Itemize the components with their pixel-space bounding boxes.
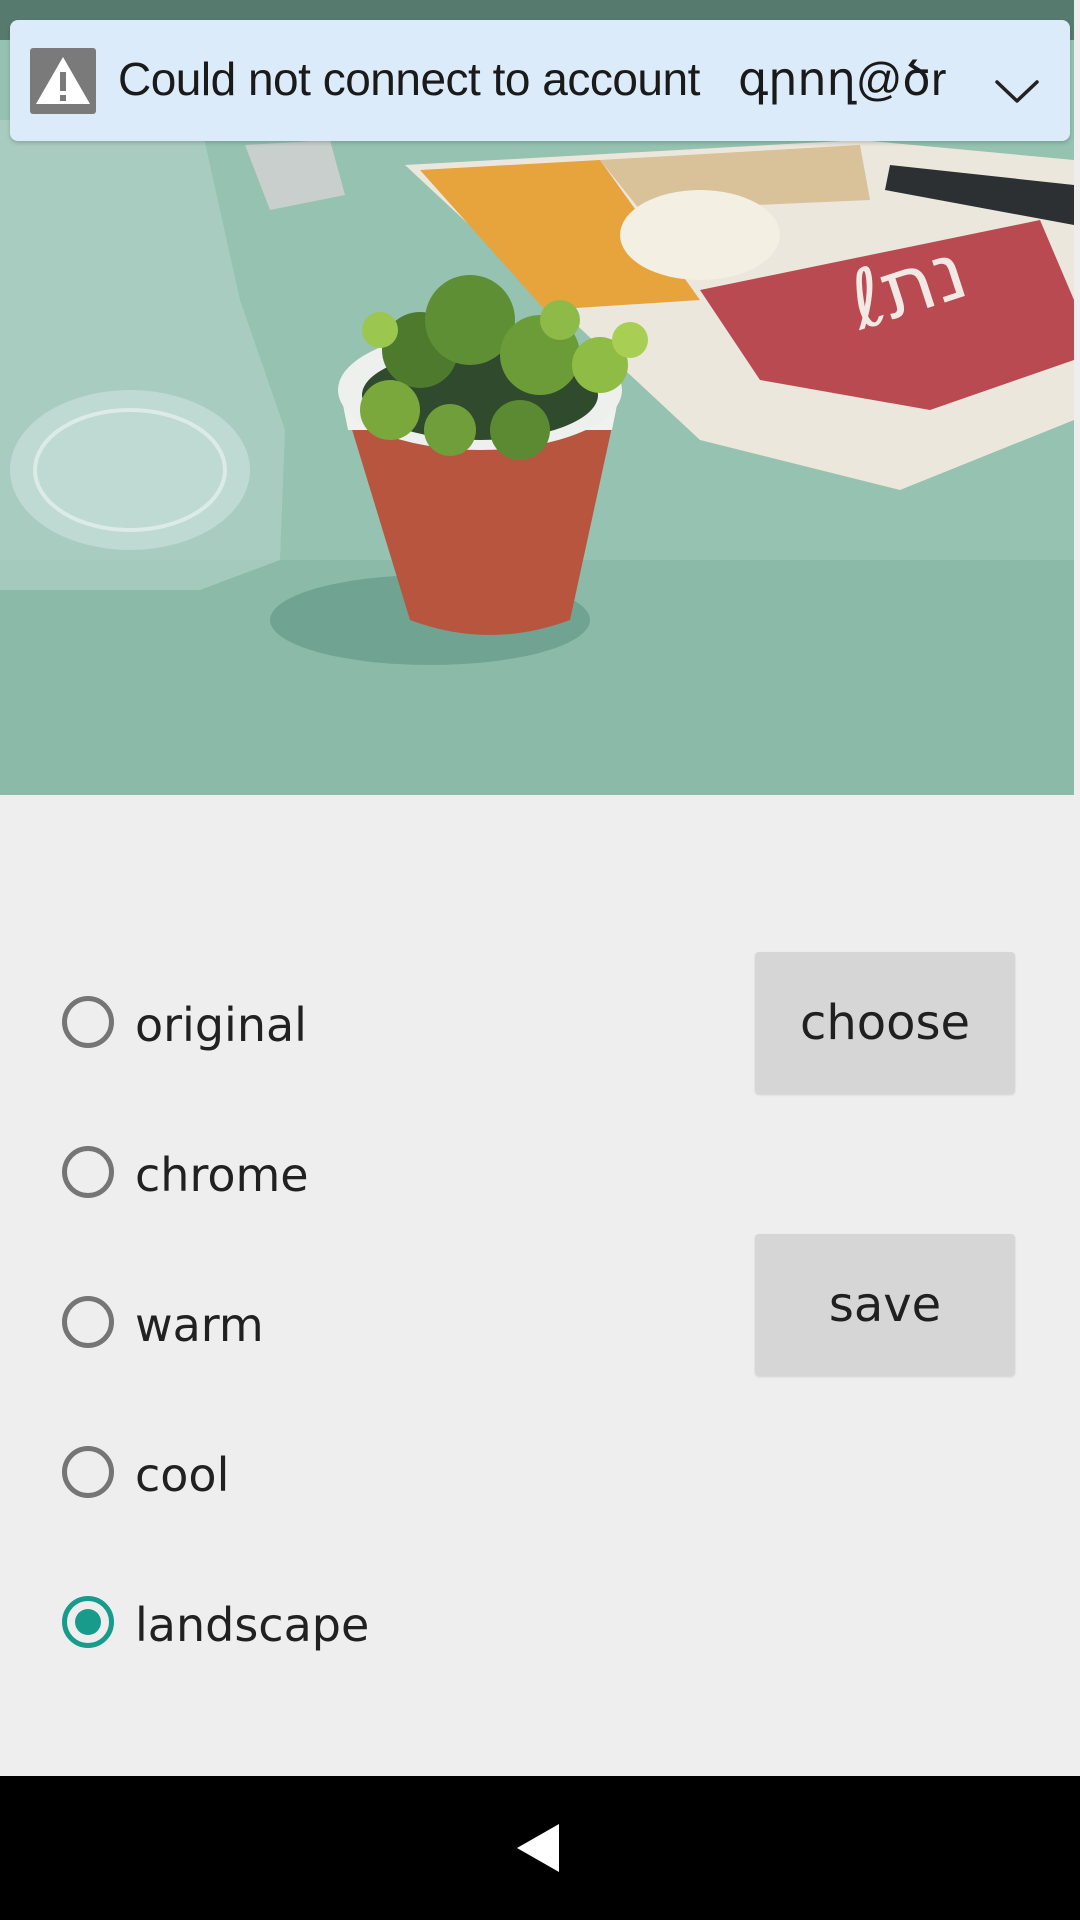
radio-landscape[interactable]: landscape	[60, 1588, 580, 1658]
choose-button[interactable]: choose	[755, 952, 1015, 1094]
radio-button-icon[interactable]	[62, 996, 114, 1048]
radio-button-icon[interactable]	[62, 1296, 114, 1348]
back-triangle-icon[interactable]	[513, 1822, 561, 1874]
radio-warm[interactable]: warm	[60, 1288, 580, 1358]
radio-label-cool: cool	[135, 1448, 230, 1502]
radio-label-chrome: chrome	[135, 1148, 309, 1202]
connection-error-banner[interactable]: Could not connect to account գրող@ծr	[10, 20, 1070, 141]
radio-label-warm: warm	[135, 1298, 264, 1352]
banner-account: գրող@ծr	[738, 53, 947, 105]
warning-icon	[30, 48, 96, 114]
radio-cool[interactable]: cool	[60, 1438, 580, 1508]
radio-label-landscape: landscape	[135, 1598, 370, 1652]
save-button[interactable]: save	[755, 1234, 1015, 1376]
radio-original[interactable]: original	[60, 988, 580, 1058]
radio-button-checked-icon[interactable]	[62, 1596, 114, 1648]
banner-message: Could not connect to account	[118, 53, 700, 105]
chevron-down-icon[interactable]	[995, 80, 1039, 104]
radio-button-icon[interactable]	[62, 1146, 114, 1198]
navigation-bar	[0, 1776, 1080, 1920]
radio-button-icon[interactable]	[62, 1446, 114, 1498]
radio-label-original: original	[135, 998, 307, 1052]
radio-chrome[interactable]: chrome	[60, 1138, 580, 1208]
radio-dot	[75, 1609, 101, 1635]
